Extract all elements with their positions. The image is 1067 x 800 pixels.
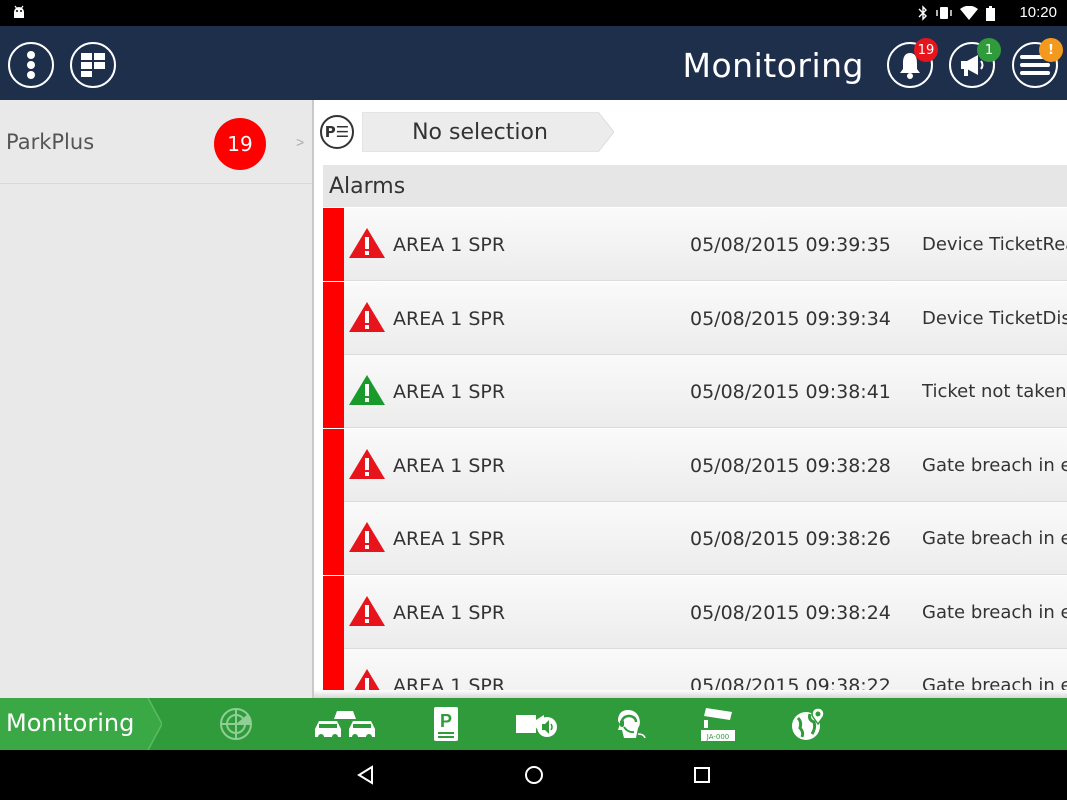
alarm-timestamp: 05/08/2015 09:38:24 [690, 602, 891, 624]
alarm-description: Gate breach in entry [922, 528, 1067, 549]
alarm-area: AREA 1 SPR [393, 381, 506, 403]
warning-icon [349, 302, 385, 332]
wifi-icon [960, 6, 978, 20]
back-icon [357, 765, 373, 785]
alarm-severity-stripe [323, 429, 344, 502]
alarm-row[interactable]: AREA 1 SPR 05/08/2015 09:39:35 Device Ti… [323, 208, 1067, 281]
alarm-row[interactable]: AREA 1 SPR 05/08/2015 09:38:22 Gate brea… [323, 649, 1067, 690]
alarm-area: AREA 1 SPR [393, 602, 506, 624]
back-button[interactable] [354, 763, 378, 787]
alarm-timestamp: 05/08/2015 09:38:28 [690, 455, 891, 477]
alarm-severity-stripe [323, 502, 344, 575]
alarm-description: Device TicketDispenser [922, 308, 1067, 329]
alarm-description: Gate breach in entry [922, 602, 1067, 623]
globe-location-icon [792, 707, 825, 740]
warning-icon [354, 669, 380, 690]
tab-monitoring[interactable]: Monitoring [0, 698, 162, 750]
traffic-cars-icon [315, 711, 375, 740]
alarm-timestamp: 05/08/2015 09:38:41 [690, 381, 891, 403]
plate-text: JA-000 [706, 733, 729, 741]
alarm-list[interactable]: AREA 1 SPR 05/08/2015 09:39:35 Device Ti… [323, 208, 1067, 690]
alarm-severity-stripe [323, 355, 344, 428]
bluetooth-icon [918, 5, 927, 21]
alarm-severity-stripe [323, 649, 344, 690]
alarm-timestamp: 05/08/2015 09:38:22 [690, 675, 891, 690]
more-vert-icon [27, 51, 35, 79]
selection-label: No selection [412, 119, 548, 145]
alarm-area: AREA 1 SPR [393, 675, 506, 690]
vibrate-icon [936, 7, 952, 19]
main-content: P☰ No selection Alarms AREA 1 SPR 05/08/… [314, 100, 1067, 698]
alarm-severity-stripe [323, 208, 344, 281]
alarm-severity-stripe [323, 576, 344, 649]
grid-icon [81, 53, 105, 77]
bottom-nav: Monitoring P JA-000 [0, 698, 1067, 750]
menu-warning-badge: ! [1039, 38, 1063, 62]
alarm-description: Gate breach in entry [922, 455, 1067, 476]
camera-speaker-icon [516, 715, 557, 737]
sidebar-item-count-badge: 19 [214, 118, 266, 170]
alarms-title: Alarms [329, 174, 406, 199]
page-title: Monitoring [682, 46, 864, 85]
list-scroll-shadow [314, 690, 1067, 698]
recents-icon [694, 767, 710, 783]
warning-icon [349, 375, 385, 405]
map-nav-button[interactable] [784, 702, 832, 746]
home-icon [525, 766, 543, 784]
system-icons [918, 5, 995, 21]
recents-button[interactable] [690, 763, 714, 787]
alarm-row[interactable]: AREA 1 SPR 05/08/2015 09:38:26 Gate brea… [323, 502, 1067, 575]
battery-icon [986, 5, 995, 21]
system-navigation-bar [0, 750, 1067, 800]
operator-headset-icon [618, 710, 646, 739]
traffic-nav-button[interactable] [314, 702, 376, 746]
plate-recognition-nav-button[interactable]: JA-000 [696, 702, 740, 746]
chevron-right-icon: > [296, 134, 305, 150]
more-options-button[interactable] [8, 42, 54, 88]
selection-breadcrumb[interactable]: No selection [362, 112, 614, 152]
app-bar: Monitoring 19 1 ! [0, 26, 1067, 100]
radar-icon [220, 708, 252, 740]
parking-ticket-icon: P [434, 707, 458, 741]
clock: 10:20 [1019, 4, 1057, 21]
parking-letter: P [440, 711, 452, 731]
alarm-description: Gate breach in entry [922, 675, 1067, 690]
license-plate-camera-icon: JA-000 [701, 708, 735, 741]
left-panel: ParkPlus 19 > [0, 100, 312, 698]
status-bar: 10:20 [0, 0, 1067, 26]
alarm-severity-stripe [323, 282, 344, 355]
parking-entity-icon[interactable]: P☰ [320, 115, 354, 149]
warning-icon [349, 449, 385, 479]
alarm-area: AREA 1 SPR [393, 528, 506, 550]
alarm-description: Ticket not taken [922, 381, 1067, 402]
operator-nav-button[interactable] [606, 702, 654, 746]
sidebar-item-parkplus[interactable]: ParkPlus 19 > [0, 100, 312, 184]
alarm-timestamp: 05/08/2015 09:39:34 [690, 308, 891, 330]
sidebar-item-label: ParkPlus [6, 130, 95, 154]
alarm-area: AREA 1 SPR [393, 308, 506, 330]
alarm-area: AREA 1 SPR [393, 234, 506, 256]
alarm-area: AREA 1 SPR [393, 455, 506, 477]
alarm-row[interactable]: AREA 1 SPR 05/08/2015 09:38:28 Gate brea… [323, 429, 1067, 502]
home-button[interactable] [522, 763, 546, 787]
alerts-count-badge: 19 [914, 38, 938, 62]
breadcrumb: P☰ No selection [314, 100, 1067, 164]
tab-monitoring-label: Monitoring [6, 709, 135, 737]
apps-grid-button[interactable] [70, 42, 116, 88]
camera-nav-button[interactable] [512, 702, 560, 746]
alarm-row[interactable]: AREA 1 SPR 05/08/2015 09:39:34 Device Ti… [323, 282, 1067, 355]
android-icon [14, 5, 24, 18]
alarm-timestamp: 05/08/2015 09:39:35 [690, 234, 891, 256]
alarms-header: Alarms [323, 165, 1067, 207]
parking-nav-button[interactable]: P [422, 702, 470, 746]
warning-icon [349, 228, 385, 258]
alarm-timestamp: 05/08/2015 09:38:26 [690, 528, 891, 550]
announcements-count-badge: 1 [977, 38, 1001, 62]
alarm-row[interactable]: AREA 1 SPR 05/08/2015 09:38:41 Ticket no… [323, 355, 1067, 428]
alarm-description: Device TicketReader [922, 234, 1067, 255]
warning-icon [349, 522, 385, 552]
alarm-row[interactable]: AREA 1 SPR 05/08/2015 09:38:24 Gate brea… [323, 576, 1067, 649]
radar-nav-button[interactable] [212, 702, 260, 746]
warning-icon [349, 596, 385, 626]
